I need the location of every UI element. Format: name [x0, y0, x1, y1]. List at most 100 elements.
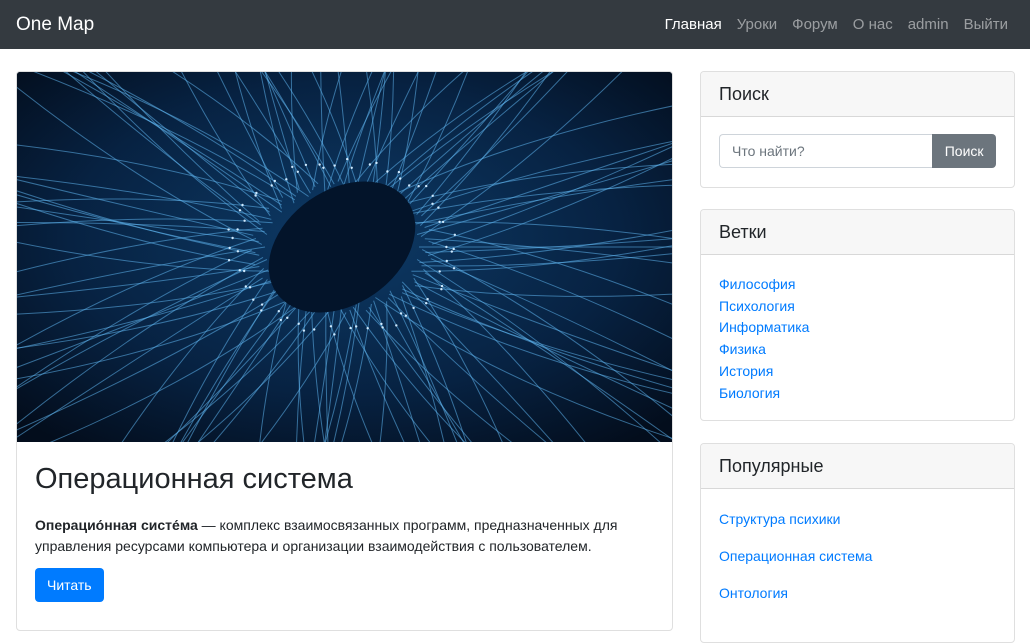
search-group: Поиск: [719, 134, 996, 168]
nav-link-home[interactable]: Главная: [657, 16, 729, 33]
light-dot: [452, 267, 456, 270]
search-input[interactable]: [719, 134, 933, 168]
light-dot: [277, 310, 280, 313]
light-dot: [431, 194, 434, 197]
nav-link-forum[interactable]: Форум: [785, 16, 846, 33]
brand-link[interactable]: One Map: [16, 14, 94, 36]
light-dot: [322, 166, 325, 169]
category-link-biology[interactable]: Биология: [719, 385, 780, 401]
popular-card: Популярные Структура психики Операционна…: [700, 443, 1015, 643]
list-item: История: [719, 361, 996, 383]
light-dot: [381, 326, 384, 329]
list-item: Философия: [719, 274, 996, 296]
light-dot: [243, 269, 246, 273]
categories-card-body: Философия Психология Информатика Физика …: [701, 255, 1014, 420]
read-button[interactable]: Читать: [35, 568, 104, 603]
light-dot: [270, 184, 273, 187]
light-dot: [296, 170, 299, 173]
nav-link-logout[interactable]: Выйти: [956, 16, 1014, 33]
light-dot: [254, 194, 257, 197]
search-card: Поиск Поиск: [700, 71, 1015, 188]
popular-card-header: Популярные: [701, 444, 1014, 489]
light-dot: [238, 209, 242, 212]
categories-list: Философия Психология Информатика Физика …: [719, 274, 996, 404]
light-dot: [329, 325, 333, 328]
light-dot: [441, 220, 445, 224]
light-dot: [333, 164, 336, 167]
list-item: Физика: [719, 339, 996, 361]
light-dot: [445, 245, 448, 249]
light-dot: [318, 163, 321, 166]
category-link-informatics[interactable]: Информатика: [719, 319, 809, 335]
light-dot: [452, 247, 455, 251]
light-dot: [450, 250, 453, 253]
light-dot: [244, 285, 247, 288]
category-link-history[interactable]: История: [719, 363, 773, 379]
light-dot: [273, 179, 276, 183]
light-dot: [231, 236, 234, 240]
light-dot: [297, 322, 300, 325]
light-dot: [425, 302, 428, 305]
nav-link-lessons[interactable]: Уроки: [729, 16, 784, 33]
nav-links: Главная Уроки Форум О нас admin Выйти: [657, 0, 1014, 49]
category-link-psychology[interactable]: Психология: [719, 298, 795, 314]
search-card-body: Поиск: [701, 117, 1014, 186]
light-dot: [386, 170, 389, 173]
light-dot: [431, 202, 434, 205]
light-dot: [255, 191, 258, 195]
post-card: Операционная система Операцио́нная систе…: [16, 71, 673, 631]
light-dot: [285, 178, 288, 181]
light-dot: [227, 228, 230, 231]
list-item: Структура психики: [719, 510, 996, 529]
light-dot: [248, 286, 252, 289]
light-dot: [438, 220, 441, 223]
category-link-philosophy[interactable]: Философия: [719, 276, 795, 292]
light-dot: [236, 228, 239, 231]
popular-list: Структура психики Операционная система О…: [719, 510, 996, 603]
light-dot: [349, 326, 352, 330]
light-dot: [350, 166, 353, 169]
search-button[interactable]: Поиск: [932, 134, 996, 168]
nav-link-about[interactable]: О нас: [845, 16, 900, 33]
list-item: Операционная система: [719, 547, 996, 566]
categories-card: Ветки Философия Психология Информатика Ф…: [700, 209, 1015, 421]
light-dot: [260, 309, 263, 312]
post-image: [17, 72, 672, 442]
post-title: Операционная система: [35, 463, 353, 495]
light-dot: [440, 288, 443, 291]
light-dot: [425, 184, 428, 188]
light-dot: [380, 322, 383, 326]
light-dot: [453, 233, 456, 236]
popular-link-ontology[interactable]: Онтология: [719, 585, 788, 601]
post-text: Операцио́нная систе́ма — комплекс взаимо…: [35, 515, 654, 558]
popular-link-operating-system[interactable]: Операционная система: [719, 548, 872, 564]
popular-link-psyche-structure[interactable]: Структура психики: [719, 511, 840, 527]
light-dot: [440, 284, 444, 288]
light-dot: [286, 316, 289, 319]
search-card-header: Поиск: [701, 72, 1014, 117]
light-dot: [355, 325, 358, 328]
light-dot: [313, 328, 316, 331]
light-dot: [404, 314, 408, 317]
light-dot: [438, 270, 441, 273]
light-dot: [399, 312, 403, 315]
navbar: One Map Главная Уроки Форум О нас admin …: [0, 0, 1030, 49]
list-item: Биология: [719, 383, 996, 405]
nav-link-user[interactable]: admin: [900, 16, 956, 33]
category-link-physics[interactable]: Физика: [719, 341, 766, 357]
light-dot: [368, 163, 372, 166]
light-dot: [333, 333, 336, 336]
light-dot: [346, 157, 349, 161]
post-body: Операционная система Операцио́нная систе…: [17, 442, 672, 622]
light-dot: [241, 203, 244, 207]
light-dot: [408, 184, 411, 187]
list-item: Онтология: [719, 584, 996, 603]
light-dot: [445, 259, 448, 263]
list-item: Психология: [719, 296, 996, 318]
categories-card-header: Ветки: [701, 210, 1014, 255]
light-dot: [417, 185, 420, 188]
list-item: Информатика: [719, 317, 996, 339]
light-dot: [399, 177, 402, 180]
light-dot: [412, 306, 415, 310]
light-dot: [243, 219, 246, 222]
